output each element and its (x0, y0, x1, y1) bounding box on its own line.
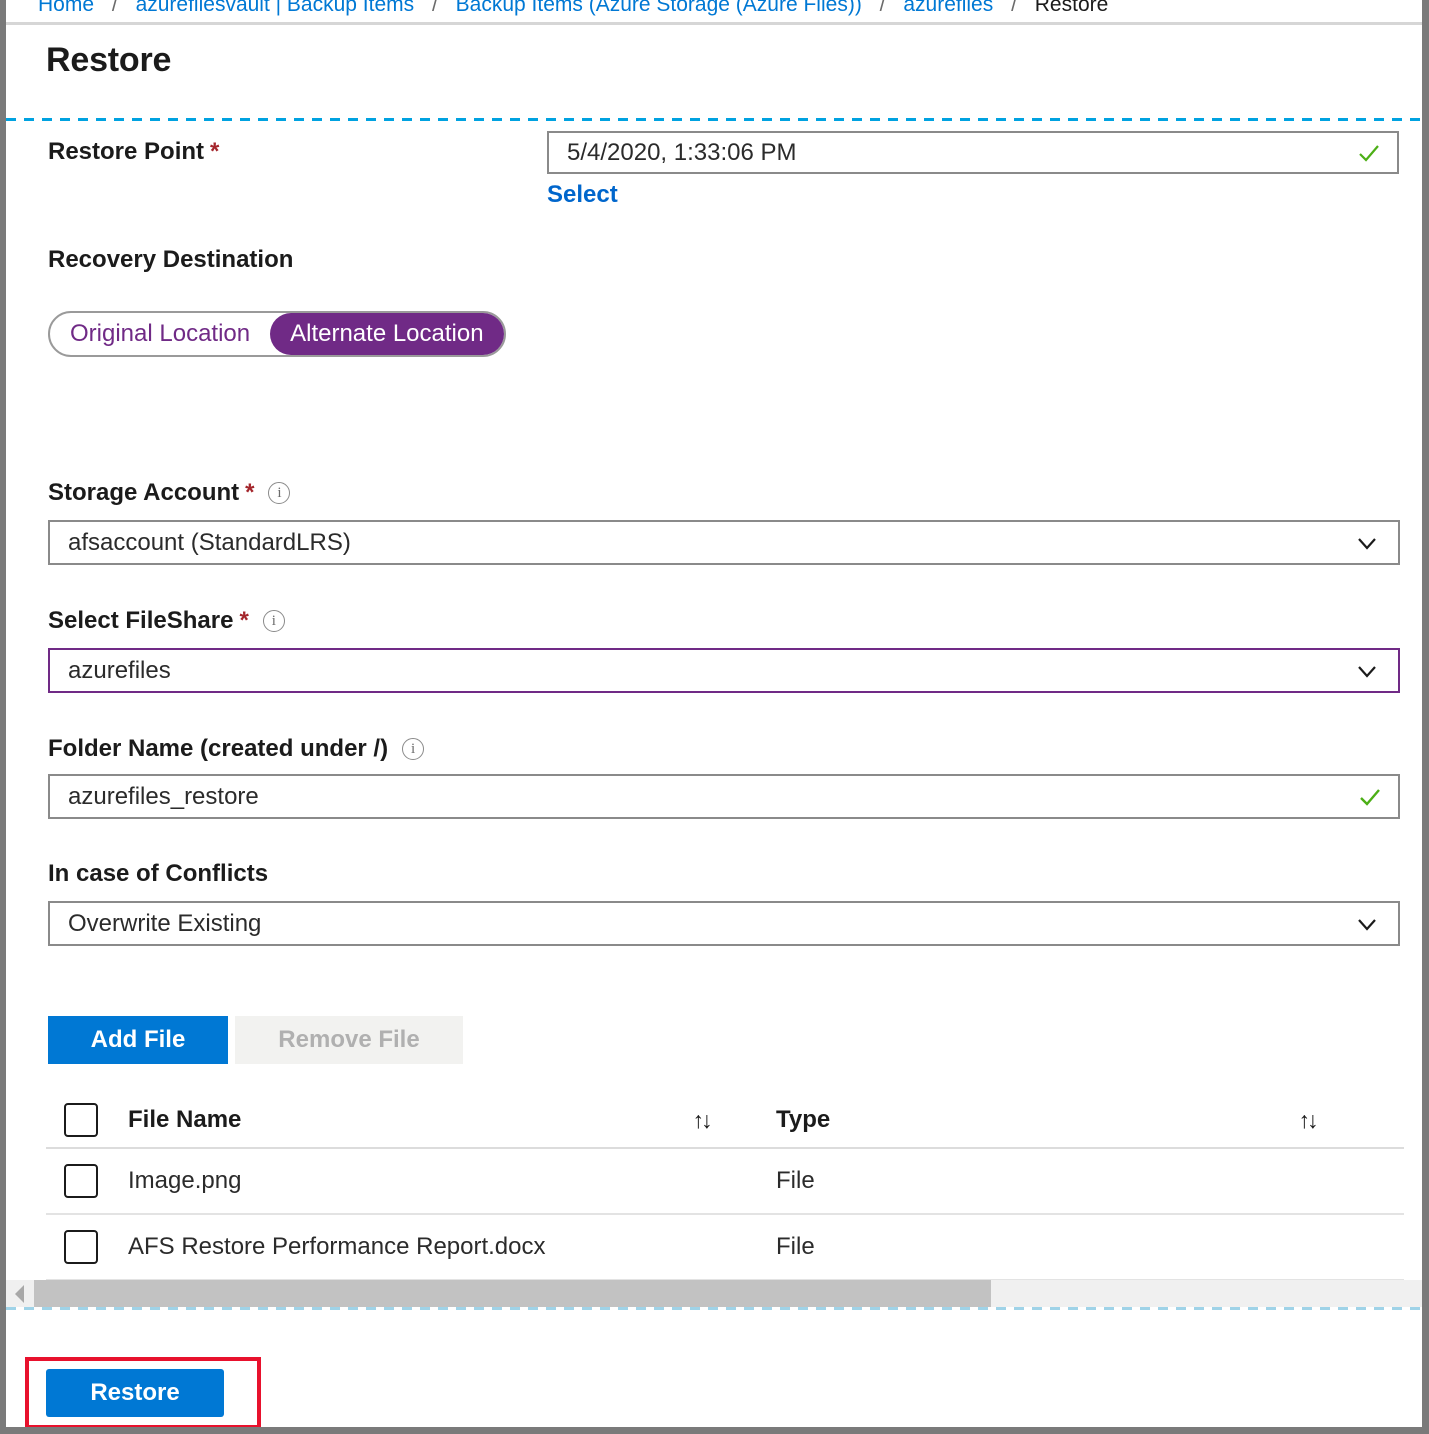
add-file-button[interactable]: Add File (48, 1016, 228, 1064)
conflicts-dropdown[interactable]: Overwrite Existing (48, 901, 1400, 946)
page-title: Restore (46, 41, 171, 80)
conflicts-label: In case of Conflicts (48, 860, 268, 888)
row-checkbox[interactable] (64, 1164, 98, 1198)
scrollbar-thumb[interactable] (34, 1280, 991, 1308)
toggle-option-alternate-location[interactable]: Alternate Location (270, 313, 503, 355)
column-header-file-name: File Name (98, 1106, 678, 1134)
storage-account-dropdown[interactable]: afsaccount (StandardLRS) (48, 520, 1400, 565)
toggle-option-original-location[interactable]: Original Location (50, 313, 270, 355)
fileshare-dropdown[interactable]: azurefiles (48, 648, 1400, 693)
breadcrumb-separator: / (420, 0, 450, 16)
window-bottom-edge (0, 1427, 1429, 1434)
table-row[interactable]: AFS Restore Performance Report.docx File (46, 1215, 1404, 1281)
folder-name-value: azurefiles_restore (68, 783, 1356, 811)
required-asterisk: * (245, 479, 254, 506)
chevron-down-icon (1354, 530, 1380, 556)
restore-point-label: Restore Point* (48, 138, 219, 166)
header-dashed-divider (6, 118, 1422, 121)
chevron-down-icon (1354, 658, 1380, 684)
breadcrumb: Home / azurefilesvault | Backup Items / … (6, 0, 1422, 21)
fileshare-value: azurefiles (68, 657, 1354, 685)
table-header-row: File Name ↑↓ Type ↑↓ (46, 1093, 1404, 1149)
fileshare-label-text: Select FileShare (48, 607, 233, 634)
sort-updown-icon-type[interactable]: ↑↓ (1284, 1107, 1330, 1134)
recovery-destination-label: Recovery Destination (48, 246, 293, 274)
sort-updown-icon-file-name[interactable]: ↑↓ (678, 1107, 724, 1134)
fileshare-label: Select FileShare* i (48, 607, 285, 635)
storage-account-label: Storage Account* i (48, 479, 290, 507)
cell-file-type: File (724, 1167, 1284, 1195)
horizontal-scrollbar[interactable] (6, 1280, 1422, 1308)
table-row[interactable]: Image.png File (46, 1149, 1404, 1215)
cell-file-name: AFS Restore Performance Report.docx (98, 1233, 678, 1261)
remove-file-button: Remove File (235, 1016, 463, 1064)
select-all-checkbox[interactable] (64, 1103, 98, 1137)
breadcrumb-item-backup-items[interactable]: Backup Items (Azure Storage (Azure Files… (456, 0, 862, 16)
cell-file-name: Image.png (98, 1167, 678, 1195)
folder-name-label-text: Folder Name (created under /) (48, 735, 388, 762)
restore-point-input[interactable]: 5/4/2020, 1:33:06 PM (547, 131, 1399, 174)
folder-name-label: Folder Name (created under /) i (48, 735, 424, 763)
file-table: File Name ↑↓ Type ↑↓ Image.png File AFS … (46, 1093, 1404, 1281)
restore-blade: Home / azurefilesvault | Backup Items / … (6, 0, 1422, 1427)
breadcrumb-item-home[interactable]: Home (38, 0, 94, 16)
required-asterisk: * (239, 607, 248, 634)
row-checkbox[interactable] (64, 1230, 98, 1264)
breadcrumb-item-azurefiles[interactable]: azurefiles (903, 0, 993, 16)
recovery-destination-toggle: Original Location Alternate Location (48, 311, 506, 357)
recovery-destination-label-text: Recovery Destination (48, 246, 293, 273)
required-asterisk: * (210, 138, 219, 165)
breadcrumb-item-restore: Restore (1035, 0, 1109, 16)
scroll-left-arrow-icon[interactable] (6, 1280, 34, 1308)
info-icon[interactable]: i (268, 482, 290, 504)
column-header-type: Type (724, 1106, 1284, 1134)
conflicts-value: Overwrite Existing (68, 910, 1354, 938)
chevron-down-icon (1354, 911, 1380, 937)
check-icon (1356, 783, 1384, 811)
restore-point-label-text: Restore Point (48, 138, 204, 165)
info-icon[interactable]: i (263, 610, 285, 632)
storage-account-label-text: Storage Account (48, 479, 239, 506)
restore-point-value: 5/4/2020, 1:33:06 PM (567, 139, 1355, 167)
footer-dashed-divider (6, 1307, 1422, 1310)
folder-name-input[interactable]: azurefiles_restore (48, 774, 1400, 819)
conflicts-label-text: In case of Conflicts (48, 860, 268, 887)
breadcrumb-separator: / (100, 0, 130, 16)
breadcrumb-separator: / (999, 0, 1029, 16)
restore-point-select-link[interactable]: Select (547, 181, 618, 209)
info-icon[interactable]: i (402, 738, 424, 760)
cell-file-type: File (724, 1233, 1284, 1261)
breadcrumb-separator: / (868, 0, 898, 16)
restore-button[interactable]: Restore (46, 1369, 224, 1417)
breadcrumb-item-vault[interactable]: azurefilesvault | Backup Items (136, 0, 415, 16)
breadcrumb-divider (6, 22, 1422, 25)
storage-account-value: afsaccount (StandardLRS) (68, 529, 1354, 557)
check-icon (1355, 139, 1383, 167)
